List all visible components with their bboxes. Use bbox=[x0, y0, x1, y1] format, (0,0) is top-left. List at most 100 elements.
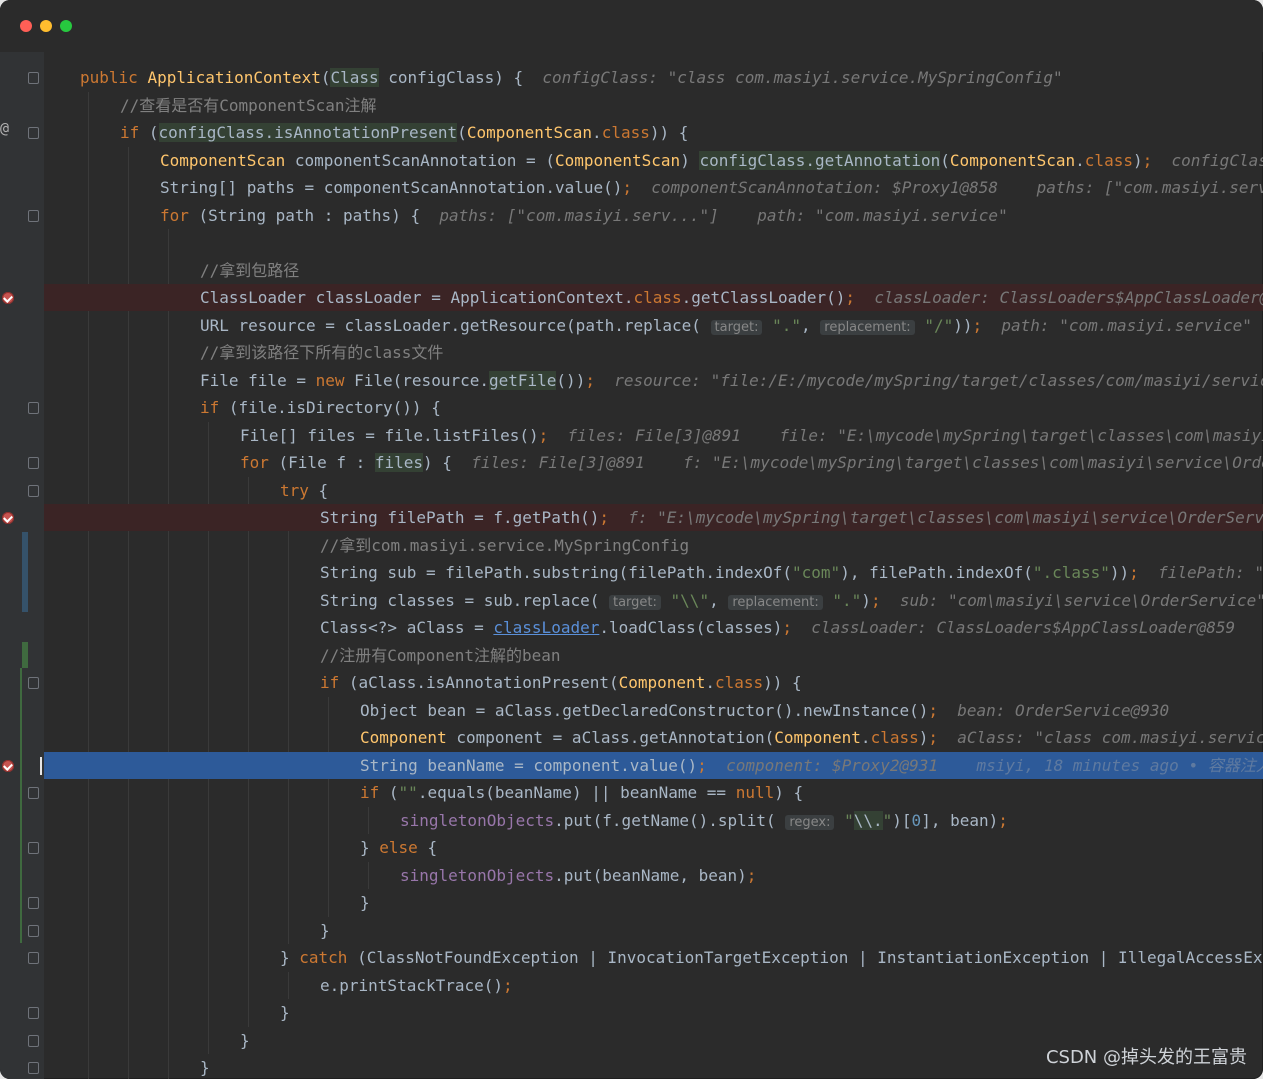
editor-gutter[interactable]: @ bbox=[0, 52, 44, 1079]
keyword-token: ; bbox=[928, 728, 939, 747]
fold-toggle-icon[interactable] bbox=[28, 842, 39, 854]
code-text: URL resource = classLoader.getResource(p… bbox=[200, 312, 1252, 341]
code-line[interactable]: e.printStackTrace(); bbox=[44, 972, 1263, 999]
code-line[interactable]: //查看是否有ComponentScan注解 bbox=[44, 92, 1263, 119]
fold-toggle-icon[interactable] bbox=[28, 787, 39, 799]
code-line[interactable]: } bbox=[44, 999, 1263, 1026]
keyword-token: class bbox=[714, 673, 764, 692]
code-line[interactable]: String classes = sub.replace( target: "\… bbox=[44, 587, 1263, 614]
fold-toggle-icon[interactable] bbox=[28, 677, 39, 689]
string-token: "\\" bbox=[660, 590, 710, 610]
fold-toggle-icon[interactable] bbox=[28, 209, 39, 222]
keyword-token: ; bbox=[599, 508, 609, 527]
code-token: . bbox=[860, 728, 871, 747]
code-line[interactable]: //拿到该路径下所有的class文件 bbox=[44, 339, 1263, 366]
code-line[interactable]: String sub = filePath.substring(filePath… bbox=[44, 559, 1263, 586]
fold-toggle-icon[interactable] bbox=[28, 1062, 39, 1074]
keyword-token: ; bbox=[998, 810, 1008, 830]
code-text: //拿到com.masiyi.service.MySpringConfig bbox=[320, 532, 689, 559]
code-line[interactable]: public ApplicationContext(Class configCl… bbox=[44, 64, 1263, 91]
code-line[interactable]: singletonObjects.put(f.getName().split( … bbox=[44, 807, 1263, 834]
vcs-change-marker[interactable] bbox=[22, 642, 28, 668]
code-text: String sub = filePath.substring(filePath… bbox=[320, 559, 1263, 586]
keyword-token: class bbox=[1084, 150, 1133, 170]
code-line[interactable]: //拿到包路径 bbox=[44, 257, 1263, 284]
code-token: .equals(beanName) || beanName == bbox=[417, 783, 736, 802]
minimize-window-button[interactable] bbox=[40, 20, 52, 32]
code-line[interactable]: ComponentScan componentScanAnnotation = … bbox=[44, 147, 1263, 174]
underlined-token: classLoader bbox=[493, 618, 600, 637]
fold-toggle-icon[interactable] bbox=[28, 1007, 39, 1019]
code-text: singletonObjects.put(f.getName().split( … bbox=[400, 807, 1008, 836]
breakpoint-icon[interactable] bbox=[2, 512, 14, 524]
code-token: )) { bbox=[763, 673, 802, 692]
debug-value-hint: f: "E:\mycode\mySpring\target\classes\co… bbox=[628, 508, 1263, 527]
fold-toggle-icon[interactable] bbox=[28, 72, 39, 84]
code-line[interactable]: Component component = aClass.getAnnotati… bbox=[44, 724, 1263, 751]
code-line[interactable]: for (File f : files) { files: File[3]@89… bbox=[44, 449, 1263, 476]
keyword-token: else bbox=[379, 838, 428, 857]
code-line[interactable]: if (configClass.isAnnotationPresent(Comp… bbox=[44, 119, 1263, 146]
code-token: (file.isDirectory()) { bbox=[228, 398, 441, 417]
code-line[interactable]: if ("".equals(beanName) || beanName == n… bbox=[44, 779, 1263, 806]
code-text: File[] files = file.listFiles(); files: … bbox=[240, 422, 1263, 449]
vcs-change-marker[interactable] bbox=[22, 532, 28, 612]
string-token: "." bbox=[762, 315, 801, 335]
override-marker-icon[interactable]: @ bbox=[0, 119, 9, 137]
code-token: ], bean) bbox=[921, 810, 999, 830]
fold-toggle-icon[interactable] bbox=[28, 1034, 39, 1047]
code-text: } bbox=[320, 917, 330, 944]
code-line[interactable]: //拿到com.masiyi.service.MySpringConfig bbox=[44, 532, 1263, 559]
breakpoint-icon[interactable] bbox=[2, 292, 14, 304]
code-line[interactable]: } else { bbox=[44, 834, 1263, 861]
zoom-window-button[interactable] bbox=[60, 20, 72, 32]
code-line[interactable]: File file = new File(resource.getFile())… bbox=[44, 367, 1263, 394]
debug-value-hint: paths: ["com.masiyi.serv..."] path: "com… bbox=[439, 205, 1008, 225]
code-line[interactable]: try { bbox=[44, 477, 1263, 504]
fold-toggle-icon[interactable] bbox=[28, 402, 39, 414]
fold-toggle-icon[interactable] bbox=[28, 924, 39, 937]
close-window-button[interactable] bbox=[20, 20, 32, 32]
code-line[interactable]: String[] paths = componentScanAnnotation… bbox=[44, 174, 1263, 201]
code-line[interactable]: Object bean = aClass.getDeclaredConstruc… bbox=[44, 697, 1263, 724]
highlighted-token: \\. bbox=[853, 810, 883, 830]
breakpoint-line[interactable]: ClassLoader classLoader = ApplicationCon… bbox=[44, 284, 1263, 311]
ide-window: @ public ApplicationContext (Class config… bbox=[0, 0, 1263, 1079]
class-token: Component bbox=[774, 728, 861, 747]
highlighted-token: configClass.isAnnotationPresent bbox=[158, 123, 458, 142]
current-execution-line[interactable]: String beanName = component.value(); com… bbox=[40, 751, 1263, 779]
code-token: } bbox=[320, 920, 330, 940]
fold-toggle-icon[interactable] bbox=[28, 484, 39, 497]
code-line[interactable]: for (String path : paths) { paths: ["com… bbox=[44, 202, 1263, 229]
breakpoint-line[interactable]: String filePath = f.getPath(); f: "E:\my… bbox=[44, 504, 1263, 531]
fold-toggle-icon[interactable] bbox=[28, 457, 39, 469]
code-line[interactable]: } catch (ClassNotFoundException | Invoca… bbox=[44, 944, 1263, 971]
code-token: } bbox=[280, 1003, 290, 1022]
keyword-token: public bbox=[80, 68, 148, 87]
keyword-token: ; bbox=[972, 315, 983, 335]
code-line[interactable]: if (file.isDirectory()) { bbox=[44, 394, 1263, 421]
code-line[interactable] bbox=[44, 229, 1263, 256]
vcs-change-marker[interactable] bbox=[20, 668, 22, 943]
code-editor[interactable]: public ApplicationContext (Class configCl… bbox=[40, 52, 1263, 1079]
code-line[interactable]: //注册有Component注解的bean bbox=[44, 642, 1263, 669]
code-line[interactable]: Class<?> aClass = classLoader.loadClass(… bbox=[44, 614, 1263, 641]
fold-toggle-icon[interactable] bbox=[28, 897, 39, 909]
fold-toggle-icon[interactable] bbox=[28, 952, 39, 964]
code-line[interactable]: if (aClass.isAnnotationPresent(Component… bbox=[44, 669, 1263, 696]
keyword-token: null bbox=[735, 783, 775, 802]
string-token: ".class" bbox=[1032, 563, 1110, 582]
code-line[interactable]: File[] files = file.listFiles(); files: … bbox=[44, 422, 1263, 449]
code-line[interactable]: singletonObjects.put(beanName, bean); bbox=[44, 862, 1263, 889]
code-line[interactable]: } bbox=[44, 917, 1263, 944]
code-line[interactable]: } bbox=[44, 889, 1263, 916]
fold-toggle-icon[interactable] bbox=[28, 127, 39, 139]
code-line[interactable]: URL resource = classLoader.getResource(p… bbox=[44, 312, 1263, 339]
code-token: Object bean = aClass.getDeclaredConstruc… bbox=[360, 700, 929, 720]
breakpoint-icon[interactable] bbox=[2, 759, 14, 772]
